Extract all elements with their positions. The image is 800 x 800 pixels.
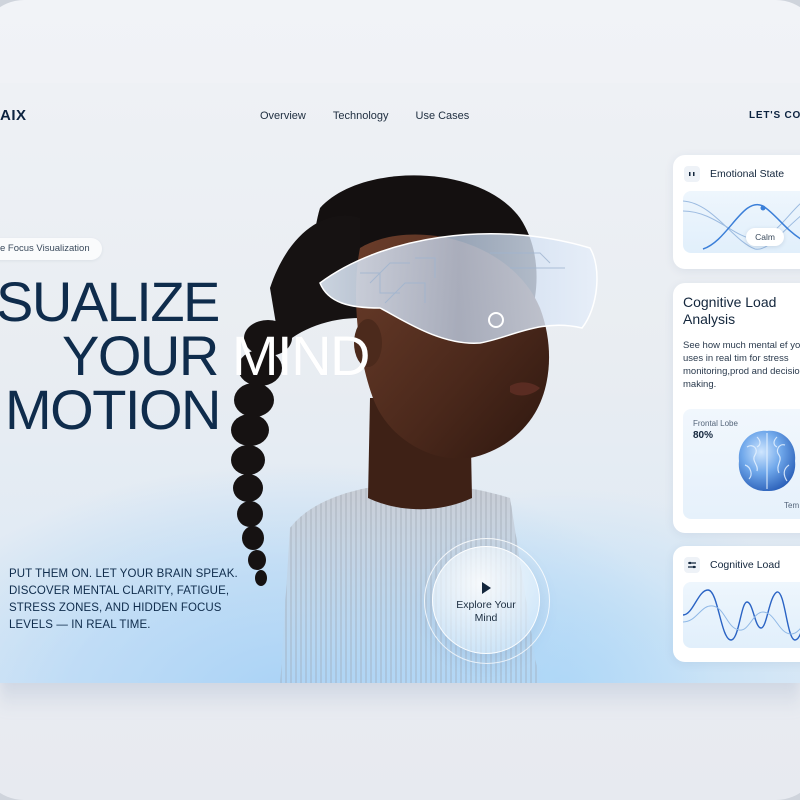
headline-mind: MIND	[217, 324, 371, 387]
analysis-description: See how much mental ef your brain uses i…	[683, 340, 800, 390]
brand-logo[interactable]: AIX	[0, 107, 27, 124]
region-value: 80%	[693, 430, 714, 441]
cognitive-load-title: Cognitive Load	[710, 559, 781, 571]
cognitive-load-chart	[683, 582, 800, 648]
analysis-title: Cognitive Load Analysis	[683, 294, 777, 327]
headline-line-1: SUALIZE	[0, 270, 220, 333]
hero-model-image	[231, 175, 598, 683]
emotion-icon	[684, 166, 700, 182]
explore-mind-button[interactable]: Explore Your Mind	[432, 546, 540, 654]
explore-label-line-1: Explore Your	[456, 599, 516, 611]
cognitive-load-card[interactable]: Cognitive Load	[673, 546, 800, 662]
top-nav: Overview Technology Use Cases	[260, 110, 469, 122]
hero-tagline: PUT THEM ON. LET YOUR BRAIN SPEAK. DISCO…	[9, 568, 238, 631]
visualization-pill: e Focus Visualization	[0, 238, 102, 260]
play-icon	[432, 582, 540, 594]
calm-badge: Calm	[746, 228, 784, 246]
contact-cta-link[interactable]: LET'S CON	[749, 110, 800, 121]
landing-screen: AIX Overview Technology Use Cases LET'S …	[0, 83, 800, 683]
explore-label-line-2: Mind	[474, 612, 498, 624]
emotional-state-chart	[683, 191, 800, 253]
waveform-icon	[684, 557, 700, 573]
emotional-state-card[interactable]: Emotional State	[673, 155, 800, 269]
brain-visual: Frontal Lobe 80% Tem	[683, 409, 800, 519]
headline-line-2: YOUR MIND	[62, 324, 371, 387]
headline-line-3: MOTION	[5, 378, 221, 441]
brain-icon	[738, 430, 796, 491]
nav-technology[interactable]: Technology	[333, 110, 389, 122]
secondary-region-label: Tem	[784, 501, 800, 510]
cognitive-analysis-card[interactable]: Cognitive Load Analysis See how much men…	[673, 283, 800, 533]
region-label: Frontal Lobe	[693, 419, 738, 428]
emotional-state-title: Emotional State	[710, 168, 785, 180]
nav-overview[interactable]: Overview	[260, 110, 306, 122]
nav-use-cases[interactable]: Use Cases	[416, 110, 470, 122]
